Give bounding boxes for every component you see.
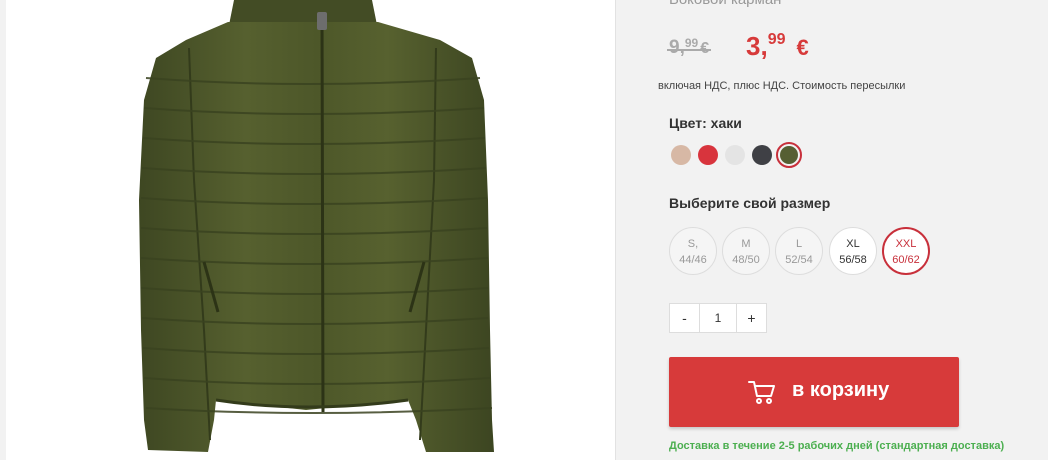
size-option-s[interactable]: S, 44/46 bbox=[669, 227, 717, 275]
size-numeric: 44/46 bbox=[679, 254, 707, 266]
size-letter: M bbox=[741, 238, 751, 250]
product-feature-text: Боковой карман bbox=[669, 0, 781, 8]
sale-price: 3,99 € bbox=[746, 31, 809, 61]
strikethrough-line bbox=[667, 49, 712, 51]
size-numeric: 48/50 bbox=[732, 254, 760, 266]
zipper-pull bbox=[317, 12, 327, 30]
quantity-increase-button[interactable]: + bbox=[736, 304, 766, 332]
jacket-image bbox=[139, 0, 494, 452]
size-letter: XL bbox=[846, 238, 860, 250]
size-letter: XXL bbox=[895, 238, 917, 250]
size-option-m[interactable]: M 48/50 bbox=[722, 227, 770, 275]
color-swatch-dark-grey[interactable] bbox=[752, 145, 772, 165]
add-to-cart-label: в корзину bbox=[792, 379, 890, 401]
vat-shipping-link[interactable]: включая НДС, плюс НДС. Стоимость пересыл… bbox=[658, 80, 905, 92]
size-option-xl[interactable]: XL 56/58 bbox=[829, 227, 877, 275]
size-label: Выберите свой размер bbox=[669, 195, 831, 211]
product-image[interactable] bbox=[6, 0, 616, 460]
product-details: Боковой карман 9,99€ 3,99€ включая НДС, … bbox=[616, 0, 1048, 460]
color-swatch-khaki[interactable] bbox=[776, 142, 802, 168]
color-swatch-beige[interactable] bbox=[671, 145, 691, 165]
quantity-input[interactable] bbox=[700, 304, 736, 332]
size-option-xxl[interactable]: XXL 60/62 bbox=[882, 227, 930, 275]
quantity-stepper: - + bbox=[669, 303, 767, 333]
quantity-decrease-button[interactable]: - bbox=[670, 304, 700, 332]
delivery-info: Доставка в течение 2-5 рабочих дней (ста… bbox=[669, 440, 1005, 452]
color-label: Цвет: хаки bbox=[669, 115, 742, 131]
add-to-cart-button[interactable]: в корзину bbox=[669, 357, 959, 427]
size-letter: S, bbox=[687, 238, 699, 250]
size-numeric: 60/62 bbox=[892, 254, 920, 266]
size-letter: L bbox=[795, 238, 803, 250]
color-swatch-red[interactable] bbox=[698, 145, 718, 165]
size-option-l[interactable]: L 52/54 bbox=[775, 227, 823, 275]
shopping-cart-icon bbox=[748, 381, 775, 404]
old-price: 9,99€ bbox=[667, 36, 712, 59]
size-numeric: 56/58 bbox=[839, 254, 867, 266]
color-swatch-light-grey[interactable] bbox=[725, 145, 745, 165]
size-numeric: 52/54 bbox=[785, 254, 813, 266]
